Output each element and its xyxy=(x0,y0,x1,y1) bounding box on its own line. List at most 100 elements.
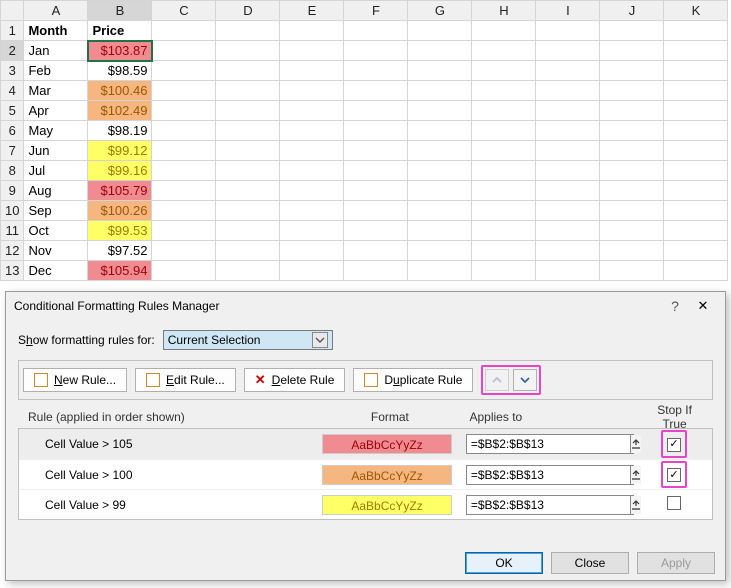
cell-C6[interactable] xyxy=(152,121,216,141)
cell-A6[interactable]: May xyxy=(24,121,88,141)
edit-rule-button[interactable]: Edit Rule... xyxy=(135,368,236,392)
row-header-11[interactable]: 11 xyxy=(1,221,24,241)
row-header-10[interactable]: 10 xyxy=(1,201,24,221)
cell-C11[interactable] xyxy=(152,221,216,241)
stop-if-true-checkbox[interactable]: ✓ xyxy=(667,438,681,452)
cell-G11[interactable] xyxy=(408,221,472,241)
applies-to-field[interactable] xyxy=(467,466,630,484)
cell-G13[interactable] xyxy=(408,261,472,281)
cell-I7[interactable] xyxy=(536,141,600,161)
cell-G7[interactable] xyxy=(408,141,472,161)
cell-D12[interactable] xyxy=(216,241,280,261)
cell-B1[interactable]: Price xyxy=(88,21,152,41)
cell-H5[interactable] xyxy=(472,101,536,121)
cell-B2[interactable]: $103.87 xyxy=(88,41,152,61)
cell-H8[interactable] xyxy=(472,161,536,181)
cell-A5[interactable]: Apr xyxy=(24,101,88,121)
cell-B10[interactable]: $100.26 xyxy=(88,201,152,221)
applies-to-input[interactable] xyxy=(466,495,634,515)
cell-C4[interactable] xyxy=(152,81,216,101)
cell-C10[interactable] xyxy=(152,201,216,221)
cell-H7[interactable] xyxy=(472,141,536,161)
cell-J7[interactable] xyxy=(600,141,664,161)
close-icon[interactable]: ✕ xyxy=(689,298,717,314)
ok-button[interactable]: OK xyxy=(465,552,543,574)
applies-to-input[interactable] xyxy=(466,434,634,454)
delete-rule-button[interactable]: ✕ Delete Rule xyxy=(244,368,346,392)
cell-J13[interactable] xyxy=(600,261,664,281)
cell-I11[interactable] xyxy=(536,221,600,241)
cell-C3[interactable] xyxy=(152,61,216,81)
cell-B4[interactable]: $100.46 xyxy=(88,81,152,101)
cell-I10[interactable] xyxy=(536,201,600,221)
cell-G9[interactable] xyxy=(408,181,472,201)
cell-J6[interactable] xyxy=(600,121,664,141)
cell-C1[interactable] xyxy=(152,21,216,41)
cell-A8[interactable]: Jul xyxy=(24,161,88,181)
cell-E1[interactable] xyxy=(280,21,344,41)
row-header-7[interactable]: 7 xyxy=(1,141,24,161)
col-header-J[interactable]: J xyxy=(600,1,664,21)
apply-button[interactable]: Apply xyxy=(637,552,715,574)
cell-B12[interactable]: $97.52 xyxy=(88,241,152,261)
cell-A7[interactable]: Jun xyxy=(24,141,88,161)
cell-D2[interactable] xyxy=(216,41,280,61)
cell-F6[interactable] xyxy=(344,121,408,141)
cell-J5[interactable] xyxy=(600,101,664,121)
row-header-6[interactable]: 6 xyxy=(1,121,24,141)
cell-B13[interactable]: $105.94 xyxy=(88,261,152,281)
cell-E4[interactable] xyxy=(280,81,344,101)
cell-I9[interactable] xyxy=(536,181,600,201)
cell-J12[interactable] xyxy=(600,241,664,261)
cell-D13[interactable] xyxy=(216,261,280,281)
row-header-5[interactable]: 5 xyxy=(1,101,24,121)
cell-B3[interactable]: $98.59 xyxy=(88,61,152,81)
cell-B7[interactable]: $99.12 xyxy=(88,141,152,161)
cell-H11[interactable] xyxy=(472,221,536,241)
cell-D6[interactable] xyxy=(216,121,280,141)
help-icon[interactable]: ? xyxy=(661,298,689,314)
col-header-G[interactable]: G xyxy=(408,1,472,21)
row-header-13[interactable]: 13 xyxy=(1,261,24,281)
cell-J11[interactable] xyxy=(600,221,664,241)
cell-H13[interactable] xyxy=(472,261,536,281)
cell-D3[interactable] xyxy=(216,61,280,81)
cell-J2[interactable] xyxy=(600,41,664,61)
cell-F12[interactable] xyxy=(344,241,408,261)
cell-F10[interactable] xyxy=(344,201,408,221)
cell-D10[interactable] xyxy=(216,201,280,221)
stop-if-true-checkbox[interactable] xyxy=(667,496,681,510)
cell-K4[interactable] xyxy=(664,81,728,101)
cell-I4[interactable] xyxy=(536,81,600,101)
applies-to-field[interactable] xyxy=(467,435,630,453)
cell-K7[interactable] xyxy=(664,141,728,161)
row-header-1[interactable]: 1 xyxy=(1,21,24,41)
cell-A2[interactable]: Jan xyxy=(24,41,88,61)
chevron-down-icon[interactable] xyxy=(312,332,328,348)
cell-H3[interactable] xyxy=(472,61,536,81)
col-header-F[interactable]: F xyxy=(344,1,408,21)
cell-H2[interactable] xyxy=(472,41,536,61)
cell-E5[interactable] xyxy=(280,101,344,121)
cell-E13[interactable] xyxy=(280,261,344,281)
cell-D1[interactable] xyxy=(216,21,280,41)
col-header-I[interactable]: I xyxy=(536,1,600,21)
cell-E6[interactable] xyxy=(280,121,344,141)
col-header-C[interactable]: C xyxy=(152,1,216,21)
move-up-button[interactable] xyxy=(485,369,509,391)
cell-I6[interactable] xyxy=(536,121,600,141)
cell-D8[interactable] xyxy=(216,161,280,181)
cell-H9[interactable] xyxy=(472,181,536,201)
spreadsheet-grid[interactable]: ABCDEFGHIJK1MonthPrice2Jan$103.873Feb$98… xyxy=(0,0,731,281)
scope-dropdown[interactable]: Current Selection xyxy=(163,330,333,350)
cell-E3[interactable] xyxy=(280,61,344,81)
cell-K8[interactable] xyxy=(664,161,728,181)
stop-if-true-checkbox[interactable]: ✓ xyxy=(667,468,681,482)
cell-K11[interactable] xyxy=(664,221,728,241)
cell-K10[interactable] xyxy=(664,201,728,221)
cell-E12[interactable] xyxy=(280,241,344,261)
cell-F2[interactable] xyxy=(344,41,408,61)
cell-H10[interactable] xyxy=(472,201,536,221)
cell-H1[interactable] xyxy=(472,21,536,41)
cell-J9[interactable] xyxy=(600,181,664,201)
